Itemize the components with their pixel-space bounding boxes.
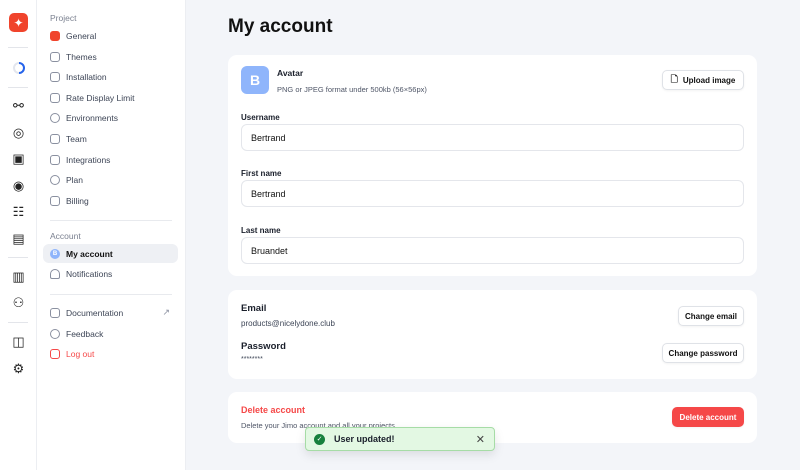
sidebar-item-environments[interactable]: Environments	[43, 108, 178, 127]
card-icon	[50, 195, 60, 206]
users-icon[interactable]: ⚇	[10, 294, 27, 311]
checklist-icon[interactable]: ☷	[10, 203, 27, 220]
team-icon	[50, 133, 60, 144]
password-label: Password	[241, 341, 286, 352]
sidebar-item-feedback[interactable]: Feedback	[43, 324, 178, 343]
sidebar-item-integrations[interactable]: Integrations	[43, 150, 178, 169]
section-label-account: Account	[50, 231, 81, 241]
sidebar-item-notifications[interactable]: Notifications	[43, 264, 178, 283]
settings-icon[interactable]: ⚙	[10, 360, 27, 377]
sparkle-icon	[50, 30, 60, 41]
last-name-label: Last name	[241, 226, 281, 235]
label: My account	[66, 248, 113, 259]
sidebar-item-documentation[interactable]: Documentation ↗	[43, 303, 178, 322]
change-email-button[interactable]: Change email	[678, 306, 744, 326]
label: Log out	[66, 348, 95, 359]
logout-icon	[50, 348, 60, 359]
label: Themes	[66, 51, 97, 62]
dollar-icon	[50, 174, 60, 185]
app-logo-icon[interactable]: ✦	[9, 13, 28, 32]
banner-icon[interactable]: ▣	[10, 150, 27, 167]
credentials-card: Email products@nicelydone.club Change em…	[228, 290, 757, 379]
sidebar-item-general[interactable]: General	[43, 26, 178, 45]
divider	[8, 87, 28, 88]
label: Documentation	[66, 307, 124, 318]
label: Notifications	[66, 268, 113, 279]
label: Rate Display Limit	[66, 92, 135, 103]
divider	[50, 294, 172, 295]
upload-image-button[interactable]: 🗋 Upload image	[662, 70, 744, 90]
feedback-icon	[50, 328, 60, 339]
sidebar-item-themes[interactable]: Themes	[43, 47, 178, 66]
bell-icon	[50, 268, 60, 279]
change-password-button[interactable]: Change password	[662, 343, 744, 363]
globe-icon	[50, 112, 60, 123]
close-icon[interactable]: ✕	[476, 433, 485, 446]
section-label-project: Project	[50, 13, 77, 23]
layout-icon[interactable]: ◫	[10, 333, 27, 350]
divider	[8, 322, 28, 323]
analytics-icon[interactable]: ▥	[10, 268, 27, 285]
check-circle-icon: ✓	[314, 433, 325, 445]
first-name-input[interactable]: Bertrand	[241, 180, 744, 207]
avatar-title: Avatar	[277, 68, 304, 78]
sidebar-item-billing[interactable]: Billing	[43, 191, 178, 210]
label: Installation	[66, 71, 107, 82]
external-link-icon: ↗	[162, 307, 170, 317]
email-label: Email	[241, 303, 267, 314]
label: Feedback	[66, 328, 104, 339]
label: Integrations	[66, 154, 111, 165]
install-icon	[50, 71, 60, 82]
delete-account-title: Delete account	[241, 405, 306, 415]
resource-center-icon[interactable]: ▤	[10, 230, 27, 247]
book-icon	[50, 307, 60, 318]
brush-icon	[50, 51, 60, 62]
progress-icon[interactable]	[10, 59, 27, 76]
settings-sidebar: Project General Themes Installation Rate…	[37, 0, 186, 470]
toast-notification: ✓ User updated! ✕	[305, 427, 495, 451]
avatar: B	[50, 248, 60, 259]
username-input[interactable]: Bertrand	[241, 124, 744, 151]
icon-rail: ✦ ⚯ ◎ ▣ ◉ ☷ ▤ ▥ ⚇ ◫ ⚙	[0, 0, 37, 470]
label: Upload image	[682, 75, 736, 85]
integrations-icon	[50, 154, 60, 165]
label: Billing	[66, 195, 89, 206]
profile-card: B Avatar PNG or JPEG format under 500kb …	[228, 55, 757, 276]
sidebar-item-installation[interactable]: Installation	[43, 67, 178, 86]
sidebar-item-team[interactable]: Team	[43, 129, 178, 148]
tours-icon[interactable]: ⚯	[10, 97, 27, 114]
sidebar-item-plan[interactable]: Plan	[43, 170, 178, 189]
rate-icon	[50, 92, 60, 103]
email-value: products@nicelydone.club	[241, 319, 335, 328]
sidebar-item-my-account[interactable]: B My account	[43, 244, 178, 263]
divider	[50, 220, 172, 221]
hotspot-icon[interactable]: ◉	[10, 177, 27, 194]
sidebar-item-rate-display-limit[interactable]: Rate Display Limit	[43, 88, 178, 107]
label: Plan	[66, 174, 84, 185]
username-label: Username	[241, 113, 280, 122]
label: General	[66, 30, 97, 41]
avatar-hint: PNG or JPEG format under 500kb (56×56px)	[277, 85, 427, 94]
toast-message: User updated!	[334, 434, 395, 444]
surveys-icon[interactable]: ◎	[10, 124, 27, 141]
delete-account-button[interactable]: Delete account	[672, 407, 744, 427]
label: Environments	[66, 112, 118, 123]
divider	[8, 257, 28, 258]
page-title: My account	[228, 16, 333, 37]
password-value: ********	[241, 356, 263, 363]
first-name-label: First name	[241, 169, 282, 178]
last-name-input[interactable]: Bruandet	[241, 237, 744, 264]
sidebar-item-log-out[interactable]: Log out	[43, 344, 178, 363]
divider	[8, 47, 28, 48]
label: Team	[66, 133, 87, 144]
avatar[interactable]: B	[241, 66, 269, 94]
file-icon: 🗋	[670, 74, 678, 84]
